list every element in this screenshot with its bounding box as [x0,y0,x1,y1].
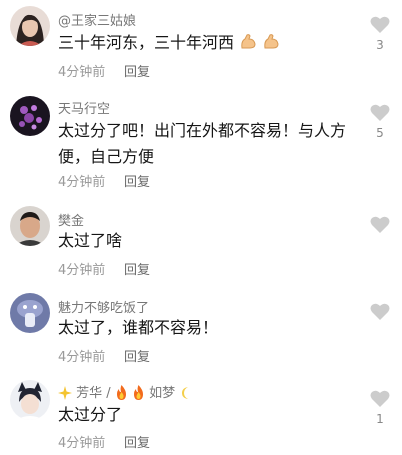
comment-meta: 4分钟前 回复 [58,171,150,190]
comment-text: 三十年河东，三十年河西 [58,30,358,59]
comment-item: 樊金 太过了啥 4分钟前 回复 [0,200,402,285]
reply-button[interactable]: 回复 [124,432,150,451]
avatar[interactable] [10,380,50,420]
timestamp: 4分钟前 [58,65,106,80]
comment-text-content: 太过了啥 [58,231,123,250]
comment-text: 太过了，谁都不容易！ [58,315,358,341]
like-count: 1 [376,412,384,426]
avatar[interactable] [10,206,50,246]
comment-meta: 4分钟前 回复 [58,432,150,451]
timestamp: 4分钟前 [58,263,106,278]
comment-meta: 4分钟前 回复 [58,61,150,80]
username[interactable]: 天马行空 [58,98,110,117]
avatar[interactable] [10,96,50,136]
comment-item: @王家三姑娘 三十年河东，三十年河西 4分钟前 回复 3 [0,0,402,85]
comment-text-content: 太过了，谁都不容易！ [58,318,219,337]
avatar[interactable] [10,293,50,333]
flexed-biceps-icon [262,33,280,59]
timestamp: 4分钟前 [58,436,106,451]
username[interactable]: 樊金 [58,210,84,229]
timestamp: 4分钟前 [58,350,106,365]
username[interactable]: @王家三姑娘 [58,10,136,29]
heart-icon [370,104,390,121]
reply-button[interactable]: 回复 [124,61,150,80]
like-count: 5 [376,126,384,140]
username-part: 芳华 / [76,386,115,401]
comment-text: 太过了啥 [58,228,358,254]
comment-item: 魅力不够吃饭了 太过了，谁都不容易！ 4分钟前 回复 [0,287,402,372]
comment-text: 太过分了 [58,402,358,428]
username-part: 如梦 [149,386,176,401]
comment-meta: 4分钟前 回复 [58,346,150,365]
username[interactable]: 魅力不够吃饭了 [58,297,149,316]
heart-icon [370,390,390,407]
like-button[interactable]: 1 [368,390,392,426]
comment-text-content: 三十年河东，三十年河西 [58,33,235,52]
like-button[interactable]: 5 [368,104,392,140]
reply-button[interactable]: 回复 [124,259,150,278]
comment-text-line: 太过分了吧！出门在外都不容易！与人方 [58,121,347,140]
reply-button[interactable]: 回复 [124,346,150,365]
like-button[interactable] [368,303,392,321]
comment-item: 天马行空 太过分了吧！出门在外都不容易！与人方 便，自己方便 4分钟前 回复 5 [0,88,402,198]
comment-text: 太过分了吧！出门在外都不容易！与人方 便，自己方便 [58,118,358,170]
timestamp: 4分钟前 [58,175,106,190]
like-button[interactable] [368,216,392,234]
like-count: 3 [376,38,384,52]
comment-text-content: 太过分了 [58,405,123,424]
comment-text-line: 便，自己方便 [58,147,155,166]
heart-icon [370,303,390,320]
reply-button[interactable]: 回复 [124,171,150,190]
heart-icon [370,16,390,33]
like-button[interactable]: 3 [368,16,392,52]
heart-icon [370,216,390,233]
username[interactable]: 芳华 / 如梦 [58,382,193,404]
flexed-biceps-icon [239,33,257,59]
comment-item: 芳华 / 如梦 太过分了 4分钟前 回复 1 [0,374,402,455]
avatar[interactable] [10,6,50,46]
comment-meta: 4分钟前 回复 [58,259,150,278]
